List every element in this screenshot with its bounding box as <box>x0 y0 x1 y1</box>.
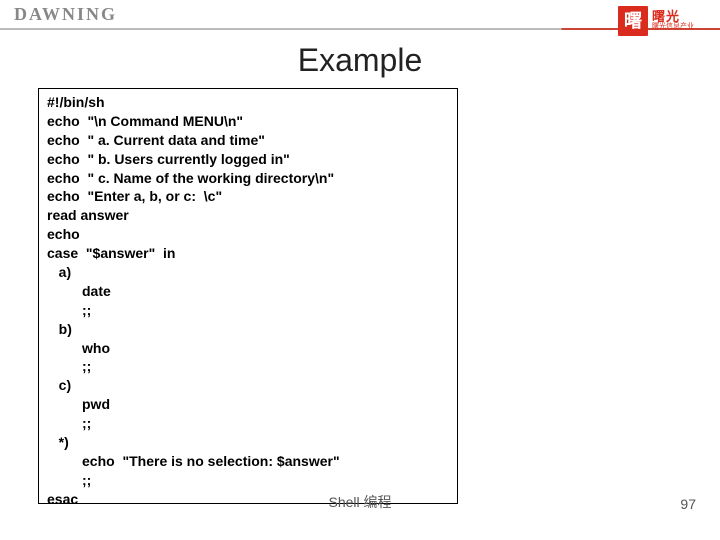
slide-header: DAWNING 曙 曙光 曙光信息产业 <box>0 4 720 32</box>
code-line: echo " c. Name of the working directory\… <box>47 170 334 186</box>
slide: DAWNING 曙 曙光 曙光信息产业 Example #!/bin/sh ec… <box>0 0 720 540</box>
code-line: echo <box>47 226 80 242</box>
code-line: echo "\n Command MENU\n" <box>47 113 243 129</box>
code-line: a) <box>47 264 71 280</box>
code-line: ;; <box>47 472 91 488</box>
logo-text-secondary: 曙光信息产业 <box>652 21 694 31</box>
code-line: ;; <box>47 302 91 318</box>
code-line: b) <box>47 321 72 337</box>
code-line: who <box>47 340 110 356</box>
logo-icon: 曙 <box>618 6 648 36</box>
code-line: read answer <box>47 207 129 223</box>
code-line: #!/bin/sh <box>47 94 105 110</box>
header-rule <box>0 28 720 30</box>
page-number: 97 <box>680 496 696 512</box>
code-line: date <box>47 283 111 299</box>
code-line: echo "Enter a, b, or c: \c" <box>47 188 222 204</box>
code-line: *) <box>47 434 69 450</box>
code-line: ;; <box>47 415 91 431</box>
code-line: pwd <box>47 396 110 412</box>
brand-logo: 曙 曙光 曙光信息产业 <box>618 6 706 36</box>
code-line: echo "There is no selection: $answer" <box>47 453 340 469</box>
code-line: echo " b. Users currently logged in" <box>47 151 290 167</box>
logo-glyph: 曙 <box>624 12 642 30</box>
slide-title: Example <box>0 42 720 79</box>
code-block: #!/bin/sh echo "\n Command MENU\n" echo … <box>38 88 458 504</box>
code-line: c) <box>47 377 71 393</box>
code-line: echo " a. Current data and time" <box>47 132 265 148</box>
code-line: ;; <box>47 358 91 374</box>
footer-title: Shell 编程 <box>0 492 720 512</box>
brand-text: DAWNING <box>14 4 117 25</box>
code-line: case "$answer" in <box>47 245 175 261</box>
